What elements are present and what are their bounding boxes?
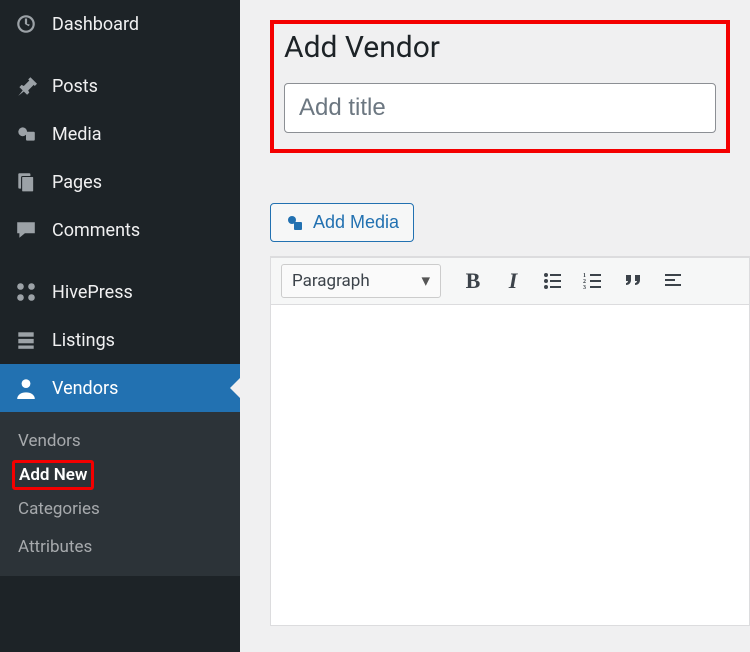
sidebar-item-label: Vendors	[52, 378, 226, 399]
sidebar-item-comments[interactable]: Comments	[0, 206, 240, 254]
sidebar-item-posts[interactable]: Posts	[0, 62, 240, 110]
format-selected-label: Paragraph	[292, 271, 370, 291]
numbered-list-icon: 123	[583, 271, 603, 291]
media-icon	[285, 213, 305, 233]
sidebar-item-pages[interactable]: Pages	[0, 158, 240, 206]
bold-button[interactable]: B	[455, 265, 491, 297]
svg-text:3: 3	[583, 285, 586, 291]
submenu-item-add-new[interactable]: Add New	[12, 460, 94, 490]
sidebar-item-vendors[interactable]: Vendors	[0, 364, 240, 412]
pin-icon	[14, 74, 38, 98]
blockquote-button[interactable]	[615, 265, 651, 297]
sidebar-item-label: Pages	[52, 172, 226, 193]
editor: Paragraph ▾ B I 123	[270, 256, 750, 626]
pages-icon	[14, 170, 38, 194]
page-title: Add Vendor	[284, 30, 716, 65]
dashboard-icon	[14, 12, 38, 36]
sidebar-submenu: Vendors Add New Categories Attributes	[0, 412, 240, 576]
editor-toolbar: Paragraph ▾ B I 123	[271, 257, 749, 305]
submenu-item-add-new-wrapper[interactable]: Add New	[0, 460, 240, 490]
sidebar-item-hivepress[interactable]: HivePress	[0, 268, 240, 316]
main-content: Add Vendor Add Media Paragraph ▾ B I 123	[240, 0, 750, 652]
format-dropdown[interactable]: Paragraph ▾	[281, 264, 441, 298]
sidebar-item-label: Comments	[52, 220, 226, 241]
listings-icon	[14, 328, 38, 352]
submenu-item-attributes[interactable]: Attributes	[0, 528, 240, 566]
title-highlight-box: Add Vendor	[270, 20, 730, 153]
align-button[interactable]	[655, 265, 691, 297]
add-media-button[interactable]: Add Media	[270, 203, 414, 242]
sidebar-item-label: Listings	[52, 330, 226, 351]
sidebar-item-label: Dashboard	[52, 14, 226, 35]
admin-sidebar: Dashboard Posts Media Pages Comments Hiv…	[0, 0, 240, 652]
bullet-list-icon	[543, 271, 563, 291]
comment-icon	[14, 218, 38, 242]
chevron-down-icon: ▾	[421, 271, 430, 291]
sidebar-item-listings[interactable]: Listings	[0, 316, 240, 364]
add-media-label: Add Media	[313, 212, 399, 233]
editor-content-area[interactable]	[271, 305, 749, 625]
numbered-list-button[interactable]: 123	[575, 265, 611, 297]
bullet-list-button[interactable]	[535, 265, 571, 297]
align-left-icon	[663, 271, 683, 291]
sidebar-item-dashboard[interactable]: Dashboard	[0, 0, 240, 48]
submenu-item-vendors[interactable]: Vendors	[0, 422, 240, 460]
sidebar-item-label: HivePress	[52, 282, 226, 303]
sidebar-item-media[interactable]: Media	[0, 110, 240, 158]
sidebar-item-label: Posts	[52, 76, 226, 97]
media-icon	[14, 122, 38, 146]
hivepress-icon	[14, 280, 38, 304]
sidebar-item-label: Media	[52, 124, 226, 145]
italic-button[interactable]: I	[495, 265, 531, 297]
post-title-input[interactable]	[284, 83, 716, 133]
submenu-item-categories[interactable]: Categories	[0, 490, 240, 528]
vendor-icon	[14, 376, 38, 400]
quote-icon	[623, 271, 643, 291]
